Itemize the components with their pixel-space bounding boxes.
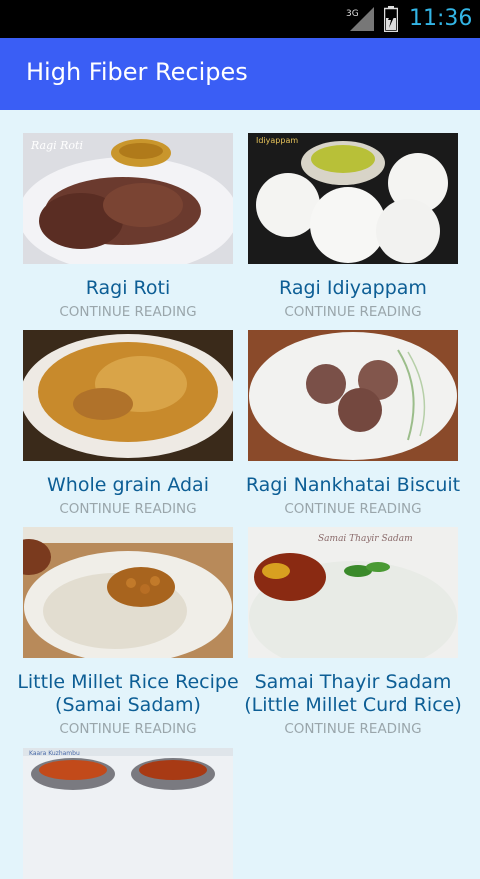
photo-caption: Ragi Roti xyxy=(30,139,83,152)
status-bar: 3G 11:36 xyxy=(0,0,480,38)
recipe-title[interactable]: Ragi Roti xyxy=(13,277,243,300)
recipe-title[interactable]: Ragi Idiyappam xyxy=(238,277,468,300)
photo-caption: Kaara Kuzhambu xyxy=(29,750,80,757)
network-type-label: 3G xyxy=(346,9,359,19)
recipe-thumbnail[interactable] xyxy=(248,330,458,461)
recipe-thumbnail[interactable]: Samai Thayir Sadam xyxy=(248,527,458,658)
recipe-title[interactable]: Ragi Nankhatai Biscuit xyxy=(238,474,468,497)
recipe-title[interactable]: Little Millet Rice Recipe (Samai Sadam) xyxy=(13,671,243,717)
recipe-thumbnail[interactable]: Kaara Kuzhambu xyxy=(23,748,233,879)
recipe-title[interactable]: Whole grain Adai xyxy=(13,474,243,497)
recipe-title[interactable]: Samai Thayir Sadam (Little Millet Curd R… xyxy=(238,671,468,717)
signal-icon: 3G xyxy=(346,7,374,31)
recipe-thumbnail[interactable] xyxy=(23,527,233,658)
recipe-thumbnail[interactable]: Ragi Roti xyxy=(23,133,233,264)
continue-reading-link[interactable]: CONTINUE READING xyxy=(238,721,468,737)
continue-reading-link[interactable]: CONTINUE READING xyxy=(13,501,243,517)
app-title: High Fiber Recipes xyxy=(26,58,248,86)
clock: 11:36 xyxy=(409,6,473,31)
photo-caption: Samai Thayir Sadam xyxy=(318,534,413,544)
photo-caption: Idiyappam xyxy=(256,136,298,145)
recipe-thumbnail[interactable] xyxy=(23,330,233,461)
continue-reading-link[interactable]: CONTINUE READING xyxy=(13,721,243,737)
continue-reading-link[interactable]: CONTINUE READING xyxy=(238,304,468,320)
continue-reading-link[interactable]: CONTINUE READING xyxy=(13,304,243,320)
app-bar: High Fiber Recipes xyxy=(0,38,480,110)
battery-icon xyxy=(384,6,398,32)
recipe-thumbnail[interactable]: Idiyappam xyxy=(248,133,458,264)
continue-reading-link[interactable]: CONTINUE READING xyxy=(238,501,468,517)
